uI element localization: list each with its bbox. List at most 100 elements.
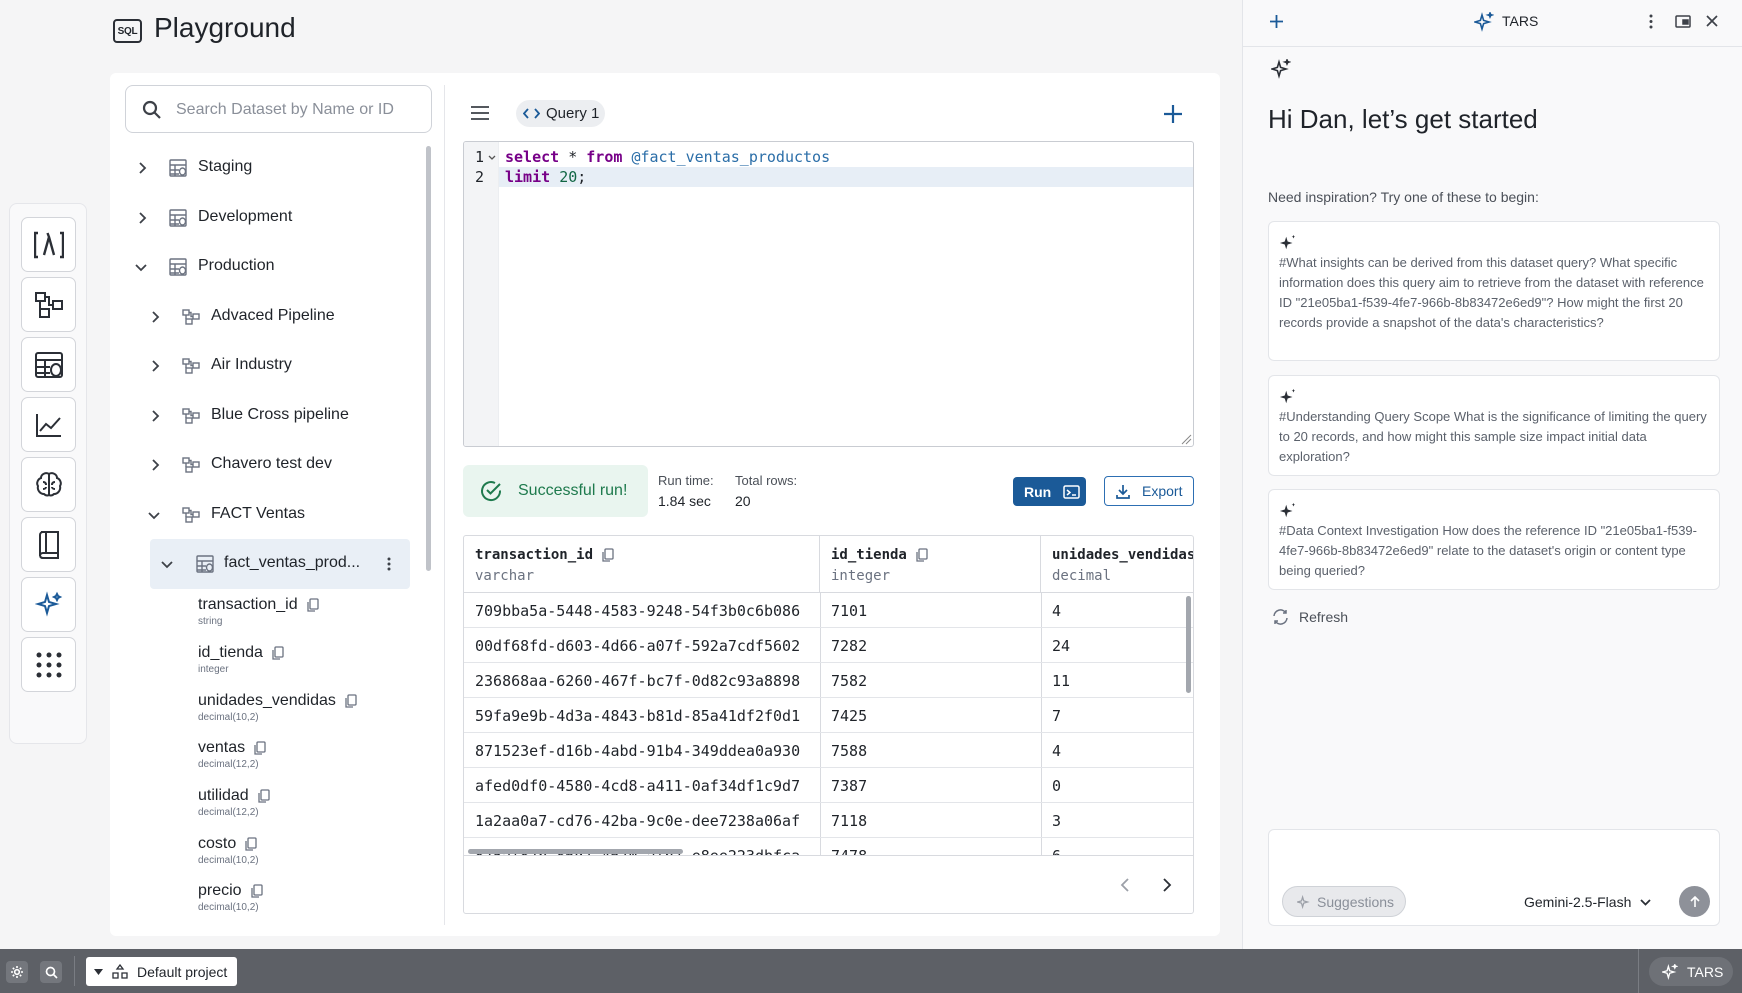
copy-icon[interactable] [250,884,263,898]
dataset-column[interactable]: id_tienda integer [198,644,284,675]
tree-label: Air Industry [211,356,292,373]
tab-query-1[interactable]: Query 1 [516,100,605,127]
model-name: Gemini-2.5-Flash [1524,894,1632,910]
kebab-icon[interactable] [386,556,392,572]
sql-editor[interactable]: 1 select * from @fact_ventas_productos 2… [463,141,1194,447]
results-table: transaction_id varchar id_tienda integer… [463,535,1194,914]
export-button[interactable]: Export [1104,476,1194,506]
tree-item-pipeline[interactable]: Blue Cross pipeline [146,406,416,426]
export-label: Export [1142,483,1183,499]
dataset-column[interactable]: costo decimal(10,2) [198,835,259,866]
table-icon [34,351,63,378]
bottom-search-button[interactable] [40,961,62,983]
kebab-icon[interactable] [1649,14,1653,29]
table-header-cell[interactable]: id_tienda integer [820,536,1041,593]
copy-icon[interactable] [245,837,257,851]
tree-scrollbar[interactable] [426,146,431,571]
dataset-reference: @fact_ventas_productos [631,148,831,166]
table-row[interactable]: 871523ef-d16b-4abd-91b4-349ddea0a930 758… [464,733,1193,768]
dataset-column[interactable]: precio decimal(10,2) [198,882,263,913]
table-vertical-scrollbar[interactable] [1186,596,1191,693]
panel-divider[interactable] [444,85,445,925]
suggestion-card[interactable]: #What insights can be derived from this … [1268,221,1720,361]
rail-datasets-button[interactable] [21,337,76,392]
tree-item-staging[interactable]: Staging [133,158,413,178]
table-row[interactable]: afed0df0-4580-4cd8-a411-0af34df1c9d7 738… [464,768,1193,803]
copy-icon[interactable] [916,548,928,562]
suggestions-button[interactable]: Suggestions [1282,886,1406,917]
column-name: unidades_vendidas [198,692,336,709]
dataset-column[interactable]: transaction_id string [198,596,319,627]
copy-icon[interactable] [345,694,357,708]
sparkle-icon [1279,388,1296,404]
chevron-left-icon[interactable] [1120,878,1129,892]
rail-apps-button[interactable] [21,637,76,692]
dataset-column[interactable]: ventas decimal(12,2) [198,739,266,770]
table-row[interactable]: 236868aa-6260-467f-bc7f-0d82c93a8898 758… [464,663,1193,698]
copy-icon[interactable] [306,598,319,612]
tree-item-pipeline[interactable]: Air Industry [146,356,416,376]
table-icon [169,258,187,276]
chat-input[interactable]: Suggestions Gemini-2.5-Flash [1268,829,1720,926]
tree-item-pipeline[interactable]: Chavero test dev [146,455,416,475]
tree-item-pipeline[interactable]: Advaced Pipeline [146,307,416,327]
table-horizontal-scrollbar[interactable] [468,849,683,854]
copy-icon[interactable] [254,741,266,755]
fold-chevron-icon[interactable] [488,155,496,161]
rail-ai-button[interactable] [21,457,76,512]
suggestion-card[interactable]: #Data Context Investigation How does the… [1268,489,1720,590]
resize-handle-icon[interactable] [1181,434,1192,445]
window-icon[interactable] [1675,15,1691,28]
suggestion-card[interactable]: #Understanding Query Scope What is the s… [1268,375,1720,476]
assistant-title: TARS [1502,13,1539,29]
dataset-column[interactable]: unidades_vendidas decimal(10,2) [198,692,357,723]
tars-button[interactable]: TARS [1649,957,1733,986]
plus-icon[interactable] [1270,15,1283,28]
dataset-column[interactable]: utilidad decimal(12,2) [198,787,270,818]
table-header-cell[interactable]: transaction_id varchar [464,536,820,593]
chevron-right-icon[interactable] [1163,878,1172,892]
settings-button[interactable] [6,961,28,983]
rail-docs-button[interactable] [21,517,76,572]
table-row[interactable]: 709bba5a-5448-4583-9248-54f3b0c6b086 710… [464,593,1193,628]
menu-icon[interactable] [471,106,489,120]
plus-icon[interactable] [1164,105,1182,123]
column-type: decimal(10,2) [198,855,259,866]
refresh-button[interactable]: Refresh [1272,609,1348,625]
table-cell: afed0df0-4580-4cd8-a411-0af34df1c9d7 [475,777,801,795]
table-row[interactable]: 1a2aa0a7-cd76-42ba-9c0e-dee7238a06af 711… [464,803,1193,838]
search-placeholder: Search Dataset by Name or ID [176,101,394,118]
table-cell: 00df68fd-d603-4d66-a07f-592a7cdf5602 [475,637,801,655]
column-type: integer [198,664,229,675]
run-button[interactable]: Run [1013,477,1086,506]
grid-dots-icon [36,652,61,677]
tree-item-production[interactable]: Production [133,257,413,277]
model-select[interactable]: Gemini-2.5-Flash [1524,894,1652,910]
dataset-search-input[interactable]: Search Dataset by Name or ID [125,85,432,133]
copy-icon[interactable] [258,789,270,803]
header-type: integer [831,568,891,584]
column-type: decimal(10,2) [198,712,259,723]
copy-icon[interactable] [602,548,614,562]
close-icon[interactable] [1706,15,1718,27]
sql-text: * [559,148,587,166]
rail-lambda-button[interactable] [21,217,76,272]
table-row[interactable]: 00df68fd-d603-4d66-a07f-592a7cdf5602 728… [464,628,1193,663]
book-icon [38,530,59,559]
tree-item-dataset-selected[interactable]: fact_ventas_prod... [150,539,410,589]
rail-pipelines-button[interactable] [21,277,76,332]
tree-label: Chavero test dev [211,455,332,472]
tab-label: Query 1 [546,105,600,122]
copy-icon[interactable] [272,646,284,660]
send-button[interactable] [1679,886,1710,917]
project-selector[interactable]: Default project [86,957,237,986]
tree-item-development[interactable]: Development [133,208,413,228]
column-name: transaction_id [198,596,298,613]
tree-item-pipeline[interactable]: FACT Ventas [146,505,416,525]
rail-assistant-button[interactable] [21,577,76,632]
table-header-cell[interactable]: unidades_vendidas decimal [1041,536,1193,593]
sparkle-icon [1279,234,1296,250]
table-row[interactable]: 59fa9e9b-4d3a-4843-b81d-85a41df2f0d1 742… [464,698,1193,733]
sql-icon: SQL [113,19,142,43]
rail-charts-button[interactable] [21,397,76,452]
